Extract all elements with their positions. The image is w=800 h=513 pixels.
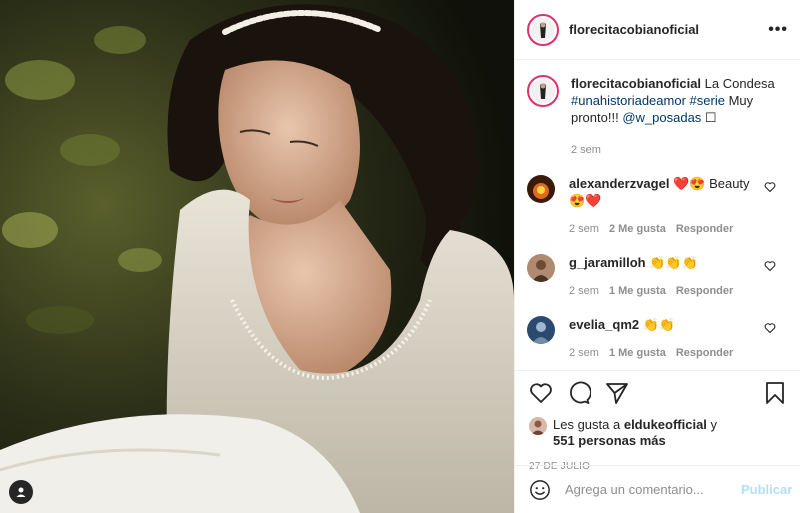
post-photo[interactable] — [0, 0, 514, 513]
more-options-icon[interactable]: ••• — [768, 21, 788, 39]
action-bar — [529, 379, 786, 407]
comment-username[interactable]: g_jaramilloh — [569, 255, 646, 270]
share-paper-plane-icon[interactable] — [605, 381, 629, 405]
likes-count[interactable]: 551 personas más — [553, 433, 666, 448]
commenter-avatar[interactable] — [527, 316, 555, 344]
author-username[interactable]: florecitacobianoficial — [569, 22, 699, 37]
comment-time[interactable]: 2 sem — [569, 221, 599, 238]
add-comment-bar: Publicar — [515, 465, 800, 513]
avatar-image — [532, 260, 550, 282]
caption-glyph: ☐ — [704, 110, 717, 125]
avatar-image — [533, 183, 549, 199]
post-actions-section: Les gusta a eldukeofficial y 551 persona… — [515, 370, 800, 472]
caption-avatar[interactable] — [527, 75, 559, 107]
caption-username[interactable]: florecitacobianoficial — [571, 76, 701, 91]
likes-summary: Les gusta a eldukeofficial y 551 persona… — [529, 417, 786, 449]
comment-item: alexanderzvagel ❤️😍 Beauty 😍❤️ 2 sem 2 M… — [527, 175, 788, 238]
comment-time[interactable]: 2 sem — [569, 345, 599, 362]
comment-likes[interactable]: 2 Me gusta — [609, 221, 666, 238]
avatar-image — [531, 79, 555, 103]
comment-username[interactable]: alexanderzvagel — [569, 176, 669, 191]
reply-button[interactable]: Responder — [676, 283, 733, 300]
comment-likes[interactable]: 1 Me gusta — [609, 345, 666, 362]
post-caption: florecitacobianoficial La Condesa #unahi… — [527, 75, 788, 159]
like-heart-icon[interactable] — [529, 381, 553, 405]
publish-button[interactable]: Publicar — [741, 482, 792, 497]
like-comment-heart-icon[interactable] — [764, 260, 776, 272]
comment-likes[interactable]: 1 Me gusta — [609, 283, 666, 300]
comment-time[interactable]: 2 sem — [569, 283, 599, 300]
comment-username[interactable]: evelia_qm2 — [569, 317, 639, 332]
comment-bubble-icon[interactable] — [567, 381, 591, 405]
comment-item: evelia_qm2 👏👏 2 sem 1 Me gusta Responder — [527, 316, 788, 362]
author-avatar[interactable] — [527, 13, 559, 46]
avatar-image — [532, 322, 550, 344]
comment-input[interactable] — [565, 482, 741, 497]
comment-text: 👏👏 — [642, 317, 676, 332]
liker-avatar[interactable] — [529, 417, 547, 435]
like-comment-heart-icon[interactable] — [764, 322, 776, 334]
caption-time[interactable]: 2 sem — [571, 142, 601, 159]
comment-text: 👏👏👏 — [649, 255, 698, 270]
commenter-avatar[interactable] — [527, 175, 555, 203]
comments-list: florecitacobianoficial La Condesa #unahi… — [515, 61, 800, 370]
commenter-avatar[interactable] — [527, 254, 555, 282]
reply-button[interactable]: Responder — [676, 345, 733, 362]
caption-text: La Condesa — [704, 76, 775, 91]
post-header: florecitacobianoficial ••• — [515, 0, 800, 60]
likes-connector: y — [710, 417, 718, 432]
like-comment-heart-icon[interactable] — [764, 181, 776, 193]
liker-username[interactable]: eldukeofficial — [624, 417, 707, 432]
post-side-panel: florecitacobianoficial ••• florecitacobi… — [514, 0, 800, 513]
comment-item: g_jaramilloh 👏👏👏 2 sem 1 Me gusta Respon… — [527, 254, 788, 300]
hashtag-link[interactable]: #serie — [690, 93, 725, 108]
tagged-users-button[interactable] — [9, 480, 33, 504]
reply-button[interactable]: Responder — [676, 221, 733, 238]
post-image — [0, 0, 514, 513]
save-bookmark-icon[interactable] — [764, 381, 786, 405]
mention-link[interactable]: @w_posadas — [622, 110, 701, 125]
avatar-image — [531, 17, 555, 42]
user-icon — [16, 487, 26, 497]
hashtag-link[interactable]: #unahistoriadeamor — [571, 93, 686, 108]
avatar-image — [531, 420, 545, 435]
likes-prefix: Les gusta a — [553, 417, 621, 432]
emoji-smiley-icon[interactable] — [529, 479, 551, 501]
